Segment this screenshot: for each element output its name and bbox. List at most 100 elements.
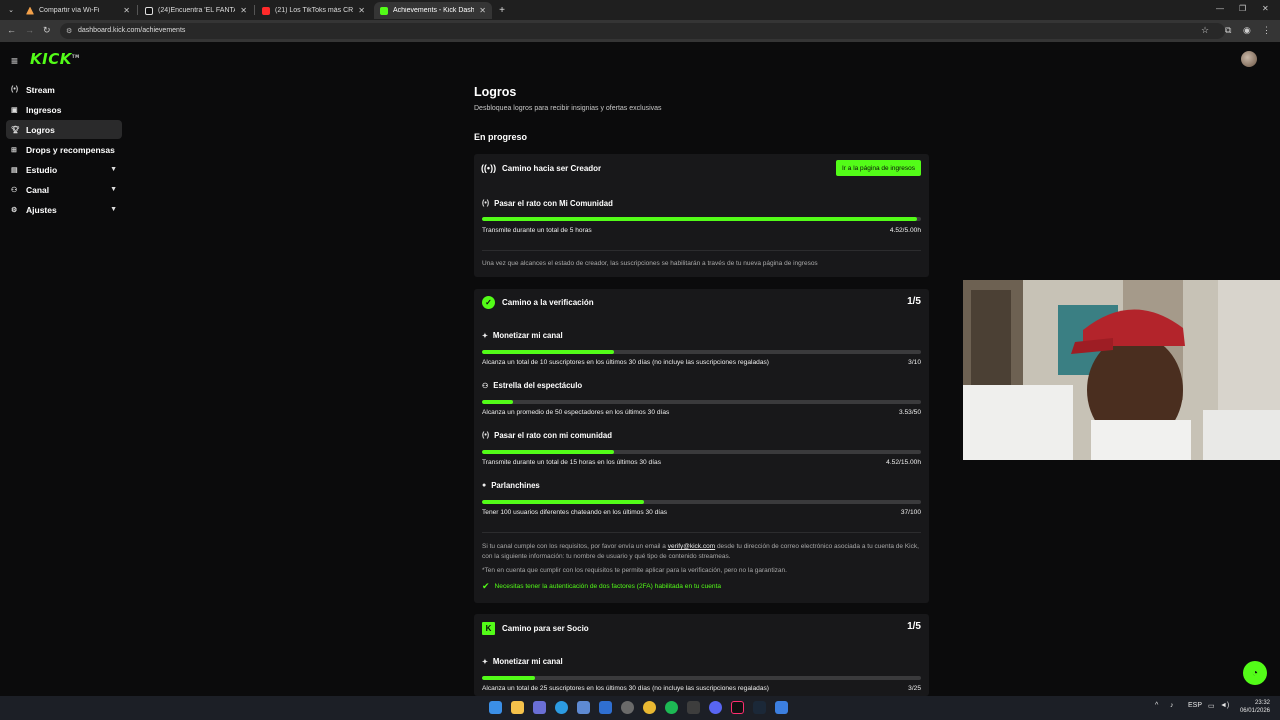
file-explorer-icon[interactable] xyxy=(511,701,524,714)
tab-tiktok-fantasma[interactable]: (24)Encuentra 'EL FANTASMA C ✕ xyxy=(139,2,253,19)
close-icon[interactable]: ✕ xyxy=(479,6,486,15)
edge-icon[interactable] xyxy=(555,701,568,714)
gift-icon: ⊞ xyxy=(11,146,17,154)
url-field[interactable]: ⚙ dashboard.kick.com/achievements xyxy=(60,23,1225,39)
reload-icon[interactable]: ↻ xyxy=(43,25,51,36)
sidebar-item-estudio[interactable]: ▤ Estudio ▼ xyxy=(6,160,122,179)
hamburger-menu-icon[interactable]: ≡ xyxy=(11,54,18,68)
broadcast-icon: (•) xyxy=(11,86,19,93)
verification-note: Si tu canal cumple con los requisitos, p… xyxy=(482,543,919,560)
goal-description: Tener 100 usuarios diferentes chateando … xyxy=(482,509,668,516)
language-indicator[interactable]: ESP xyxy=(1188,702,1202,709)
kick-icon: K xyxy=(482,621,495,635)
tiktok-icon[interactable] xyxy=(731,701,744,714)
tab-search-button[interactable]: ⌄ xyxy=(4,3,18,17)
chat-bubble-icon: ● xyxy=(482,482,487,489)
goal-description: Alcanza un total de 25 suscriptores en l… xyxy=(482,685,769,692)
sidebar-item-drops[interactable]: ⊞ Drops y recompensas xyxy=(6,140,122,159)
users-icon: ⚇ xyxy=(11,186,18,194)
app-icon[interactable] xyxy=(775,701,788,714)
go-to-revenue-button[interactable]: Ir a la página de ingresos xyxy=(836,160,921,176)
progress-bar xyxy=(482,676,921,680)
windows-start-icon[interactable] xyxy=(489,701,502,714)
sidebar-item-ajustes[interactable]: ⚙ Ajustes ▼ xyxy=(6,200,122,219)
progress-fill xyxy=(482,500,645,504)
menu-dots-icon[interactable]: ⋮ xyxy=(1262,25,1271,36)
gear-icon: ⚙ xyxy=(11,206,18,214)
browser-tab-bar: ⌄ Compartir vía Wi-Fi ✕ (24)Encuentra 'E… xyxy=(0,0,1280,20)
page-title: Logros xyxy=(474,85,517,99)
maximize-icon[interactable]: ❐ xyxy=(1239,4,1246,13)
broadcast-icon: (•) xyxy=(482,432,490,439)
sparkle-icon: ✦ xyxy=(482,658,488,666)
discord-icon[interactable] xyxy=(709,701,722,714)
page-subtitle: Desbloquea logros para recibir insignias… xyxy=(474,105,662,112)
volume-icon[interactable]: ◄) xyxy=(1220,702,1229,709)
chrome-icon[interactable] xyxy=(643,701,656,714)
settings-app-icon[interactable] xyxy=(621,701,634,714)
sidebar-item-canal[interactable]: ⚇ Canal ▼ xyxy=(6,180,122,199)
extensions-icon[interactable]: ⧉ xyxy=(1225,25,1231,36)
new-tab-button[interactable]: + xyxy=(495,2,509,19)
network-icon[interactable]: ▭ xyxy=(1208,702,1215,710)
steam-icon[interactable] xyxy=(753,701,766,714)
creator-path-card: ((•)) Camino hacia ser Creador Ir a la p… xyxy=(474,154,929,277)
verify-email-link[interactable]: verify@kick.com xyxy=(668,543,715,550)
os-taskbar: ^ ♪ ESP ▭ ◄) 23:32 06/01/2026 xyxy=(0,696,1280,720)
sidebar-item-stream[interactable]: (•) Stream xyxy=(6,80,122,99)
clock[interactable]: 23:32 06/01/2026 xyxy=(1232,699,1270,715)
layout-icon: ▤ xyxy=(11,166,18,174)
broadcast-icon: (•) xyxy=(482,200,490,207)
sidebar-item-ingresos[interactable]: ▣ Ingresos xyxy=(6,100,122,119)
goal-value: 3/10 xyxy=(908,359,921,366)
goal-description: Transmite durante un total de 5 horas xyxy=(482,227,592,234)
store-icon[interactable] xyxy=(577,701,590,714)
goal-title: ✦ Monetizar mi canal xyxy=(482,331,563,340)
goal-title: ⚇ Estrella del espectáculo xyxy=(482,381,583,390)
goal-value: 4.52/15.00h xyxy=(886,459,921,466)
sparkle-icon: ✦ xyxy=(482,332,488,340)
progress-fill xyxy=(482,217,917,221)
progress-bar xyxy=(482,217,921,221)
mail-icon[interactable] xyxy=(599,701,612,714)
spotify-icon[interactable] xyxy=(665,701,678,714)
broadcast-icon: ((•)) xyxy=(480,163,497,173)
close-icon[interactable]: ✕ xyxy=(358,6,365,15)
site-info-icon[interactable]: ⚙ xyxy=(66,27,72,35)
window-close-icon[interactable]: ✕ xyxy=(1262,4,1269,13)
progress-bar xyxy=(482,500,921,504)
card-header: K Camino para ser Socio xyxy=(482,614,589,642)
viewers-icon: ⚇ xyxy=(482,382,489,390)
tab-separator xyxy=(137,5,138,15)
chevron-down-icon: ⌄ xyxy=(8,7,14,14)
progress-fill xyxy=(482,350,614,354)
back-icon[interactable]: ← xyxy=(7,25,16,35)
microphone-icon[interactable]: ♪ xyxy=(1170,702,1174,709)
close-icon[interactable]: ✕ xyxy=(240,6,247,15)
avatar[interactable] xyxy=(1241,51,1257,67)
plus-icon: + xyxy=(499,5,505,16)
chevron-down-icon: ▼ xyxy=(110,206,117,213)
kick-logo[interactable]: KICKTM xyxy=(30,50,80,68)
app-icon[interactable] xyxy=(687,701,700,714)
card-header: ((•)) Camino hacia ser Creador xyxy=(480,163,602,173)
sidebar-item-logros[interactable]: 🏆︎ Logros xyxy=(6,120,122,139)
tab-youtube-cringe[interactable]: (21) Los TikToks más CRINGE !! ✕ xyxy=(256,2,371,19)
bookmark-star-icon[interactable]: ☆ xyxy=(1201,25,1209,36)
tab-kick-achievements[interactable]: Achievements - Kick Dashboard ✕ xyxy=(374,2,492,19)
forward-icon[interactable]: → xyxy=(25,25,34,35)
copilot-icon[interactable] xyxy=(533,701,546,714)
minimize-icon[interactable]: — xyxy=(1216,4,1224,13)
progress-bar xyxy=(482,350,921,354)
tab-separator xyxy=(254,5,255,15)
webcam-image xyxy=(963,280,1280,460)
goal-value: 3/25 xyxy=(908,685,921,692)
tray-chevron-up-icon[interactable]: ^ xyxy=(1155,702,1158,709)
goal-value: 3.53/50 xyxy=(899,409,921,416)
close-icon[interactable]: ✕ xyxy=(123,6,130,15)
chat-support-button[interactable]: ◔ xyxy=(1243,661,1267,685)
section-heading-en-progreso: En progreso xyxy=(474,132,528,142)
profile-icon[interactable]: ◉ xyxy=(1243,25,1251,36)
youtube-icon xyxy=(262,6,270,15)
tab-compartir[interactable]: Compartir vía Wi-Fi ✕ xyxy=(20,2,136,19)
